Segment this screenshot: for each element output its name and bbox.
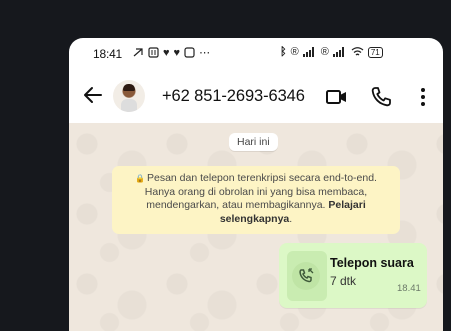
status-left-icons: ♥ ♥ ⋯ xyxy=(133,46,210,59)
signal-icon xyxy=(302,47,314,57)
signal-icon xyxy=(332,47,344,57)
call-time: 18.41 xyxy=(397,283,421,294)
registered-icon: ® xyxy=(320,46,329,58)
wifi-icon xyxy=(351,47,364,56)
video-call-icon[interactable] xyxy=(325,85,349,109)
back-arrow-icon[interactable] xyxy=(81,83,105,107)
status-right-icons: ᛒ ® ® 71 xyxy=(280,46,383,58)
more-notifications-icon: ⋯ xyxy=(199,47,211,59)
status-bar: 18:41 ♥ ♥ ⋯ ᛒ ® ® 71 xyxy=(69,38,443,71)
more-vert-icon[interactable] xyxy=(411,85,435,109)
battery-icon: 71 xyxy=(367,46,383,58)
encryption-notice[interactable]: 🔒 Pesan dan telepon terenkripsi secara en… xyxy=(112,166,400,234)
chat-header: +62 851-2693-6346 xyxy=(69,71,443,123)
registered-icon: ® xyxy=(290,46,299,58)
voice-call-bubble[interactable]: Telepon suara 7 dtk 18.41 xyxy=(279,243,427,308)
heart-icon: ♥ xyxy=(163,46,170,59)
call-icon-box xyxy=(287,251,327,301)
incoming-call-icon xyxy=(299,268,314,283)
call-duration: 7 dtk xyxy=(330,274,357,288)
phone-screen: 18:41 ♥ ♥ ⋯ ᛒ ® ® 71 +62 851-2693-6346 H… xyxy=(69,38,443,331)
lock-icon: 🔒 xyxy=(135,174,145,183)
date-chip: Hari ini xyxy=(229,133,278,151)
notification-icon xyxy=(133,48,143,57)
call-icon-circle xyxy=(292,262,320,290)
gallery-icon xyxy=(184,47,195,58)
call-title: Telepon suara xyxy=(330,256,414,270)
notice-end: . xyxy=(289,212,293,225)
contact-name[interactable]: +62 851-2693-6346 xyxy=(162,87,305,106)
status-time: 18:41 xyxy=(93,47,123,61)
heart-icon: ♥ xyxy=(173,46,181,59)
chat-area[interactable]: Hari ini 🔒 Pesan dan telepon terenkripsi … xyxy=(69,123,443,331)
nfc-icon xyxy=(148,47,159,58)
bluetooth-icon: ᛒ xyxy=(280,46,287,58)
phone-icon[interactable] xyxy=(369,85,393,109)
avatar[interactable] xyxy=(113,80,145,112)
